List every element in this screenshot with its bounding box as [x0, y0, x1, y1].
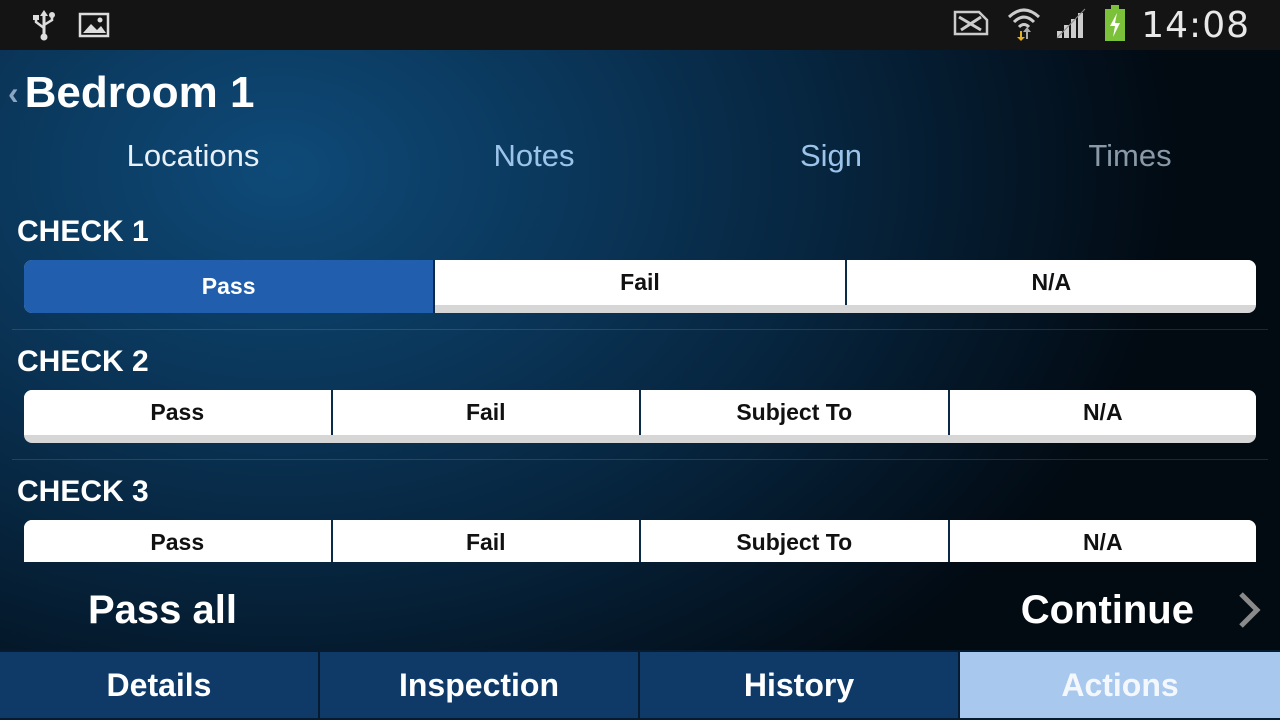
check-3-pass-button[interactable]: Pass: [24, 520, 333, 562]
usb-icon: [30, 8, 58, 47]
check-3-options: Pass Fail Subject To N/A: [24, 520, 1256, 562]
check-2-pass-button[interactable]: Pass: [24, 390, 333, 435]
chevron-right-icon[interactable]: [1236, 590, 1262, 640]
check-2-subject-to-button[interactable]: Subject To: [641, 390, 950, 435]
tab-locations[interactable]: Locations: [127, 138, 260, 174]
check-3-title: CHECK 3: [17, 475, 149, 508]
tab-times[interactable]: Times: [1088, 138, 1171, 174]
pass-all-button[interactable]: Pass all: [88, 588, 237, 633]
nav-history[interactable]: History: [640, 652, 958, 718]
check-1-fail-button[interactable]: Fail: [435, 260, 847, 305]
check-3-subject-to-button[interactable]: Subject To: [641, 520, 950, 562]
nav-details[interactable]: Details: [0, 652, 318, 718]
image-icon: [78, 11, 110, 44]
section-tabs: Locations Notes Sign Times: [0, 138, 1280, 186]
main-panel: ‹ Bedroom 1 Locations Notes Sign Times C…: [0, 50, 1280, 650]
title-row[interactable]: ‹ Bedroom 1: [8, 68, 254, 118]
check-1-na-button[interactable]: N/A: [846, 260, 1256, 305]
status-bar: 14:08: [0, 0, 1280, 50]
bottom-nav: Details Inspection History Actions: [0, 650, 1280, 720]
check-1-options: Pass Fail N/A: [24, 260, 1256, 313]
nav-actions[interactable]: Actions: [960, 652, 1280, 718]
battery-charging-icon: [1103, 4, 1127, 47]
check-2-fail-button[interactable]: Fail: [332, 390, 641, 435]
clock: 14:08: [1141, 5, 1250, 46]
nav-inspection[interactable]: Inspection: [320, 652, 638, 718]
check-3-fail-button[interactable]: Fail: [332, 520, 641, 562]
page-title: Bedroom 1: [24, 68, 255, 117]
check-3-na-button[interactable]: N/A: [949, 520, 1256, 562]
divider: [12, 459, 1268, 460]
scroll-clip: Pass Fail Subject To N/A: [0, 520, 1280, 562]
signal-icon: [1055, 7, 1089, 44]
check-1-pass-button[interactable]: Pass: [24, 260, 436, 313]
tab-notes[interactable]: Notes: [494, 138, 575, 174]
continue-button[interactable]: Continue: [1021, 588, 1194, 633]
check-1-title: CHECK 1: [17, 215, 149, 248]
tab-sign[interactable]: Sign: [800, 138, 862, 174]
check-2-options: Pass Fail Subject To N/A: [24, 390, 1256, 443]
divider: [12, 329, 1268, 330]
wifi-icon: [1007, 5, 1041, 46]
check-2-title: CHECK 2: [17, 345, 149, 378]
check-2-na-button[interactable]: N/A: [949, 390, 1256, 435]
chevron-left-icon[interactable]: ‹: [8, 75, 19, 112]
no-sim-icon: [951, 8, 993, 43]
